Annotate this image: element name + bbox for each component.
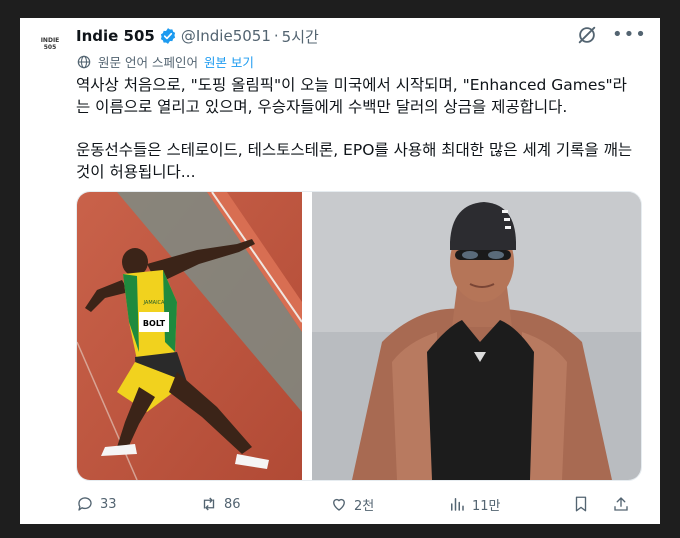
tweet-paragraph-1: 역사상 처음으로, "도핑 올림픽"이 오늘 미국에서 시작되며, "Enhan… (76, 76, 627, 116)
reply-count: 33 (100, 496, 117, 512)
translation-note: 원문 언어 스페인어 원본 보기 (76, 52, 254, 71)
avatar-text-line1: INDIE (40, 37, 60, 44)
timestamp[interactable]: 5시간 (282, 26, 319, 47)
user-handle[interactable]: @Indie5051 (181, 27, 271, 45)
verified-badge-icon (160, 28, 175, 44)
swimmer-image (312, 192, 641, 480)
avatar-text-line2: 505 (43, 44, 57, 51)
separator-dot: · (273, 27, 279, 45)
repost-icon (203, 497, 215, 511)
like-count: 2천 (354, 498, 375, 514)
bib-brand-label: JAMAICA (143, 300, 166, 306)
bookmark-icon (575, 496, 587, 512)
translation-label: 원문 언어 스페인어 (98, 55, 198, 70)
like-icon (333, 498, 345, 511)
tweet-card: INDIE 505 Indie 505 @Indie5051 · 5시간 •••… (20, 18, 660, 524)
share-icon (614, 497, 628, 511)
views-icon (451, 498, 464, 511)
tweet-text: 역사상 처음으로, "도핑 올림픽"이 오늘 미국에서 시작되며, "Enhan… (76, 74, 636, 204)
like-button[interactable]: 2천 (330, 492, 374, 516)
media-grid: BOLT JAMAICA (76, 191, 642, 481)
share-button[interactable] (612, 492, 636, 516)
repost-count: 86 (224, 496, 241, 512)
bookmark-button[interactable] (572, 492, 596, 516)
views-count: 11만 (472, 498, 501, 514)
sprinter-image: BOLT JAMAICA (77, 192, 302, 480)
tweet-header: Indie 505 @Indie5051 · 5시간 (76, 24, 319, 48)
photo-swimmer[interactable] (312, 192, 641, 480)
avatar[interactable]: INDIE 505 (38, 32, 62, 56)
globe-icon (77, 55, 91, 68)
reply-icon (78, 497, 92, 511)
action-bar: 33 86 2천 11만 (76, 492, 640, 516)
repost-button[interactable]: 86 (200, 492, 241, 516)
display-name[interactable]: Indie 505 (76, 27, 155, 45)
bib-label: BOLT (143, 319, 166, 328)
grok-icon[interactable] (576, 24, 598, 46)
views-button[interactable]: 11만 (448, 492, 501, 516)
view-original-link[interactable]: 원본 보기 (204, 52, 254, 71)
tweet-paragraph-2: 운동선수들은 스테로이드, 테스토스테론, EPO를 사용해 최대한 많은 세계… (76, 141, 633, 181)
reply-button[interactable]: 33 (76, 492, 117, 516)
photo-sprinter[interactable]: BOLT JAMAICA (77, 192, 302, 480)
more-icon[interactable]: ••• (612, 26, 646, 44)
